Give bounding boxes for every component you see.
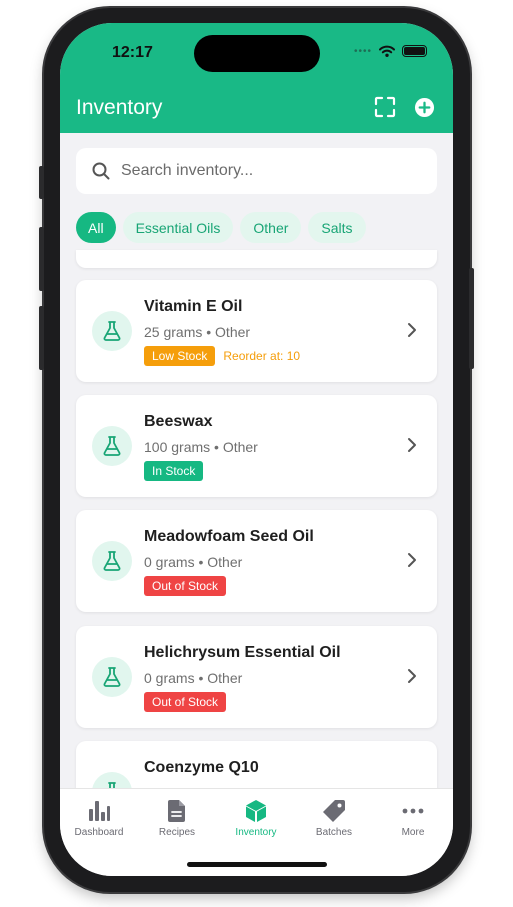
signal-dots: •••• [353,45,372,57]
status-badge: Out of Stock [144,576,227,596]
page-title: Inventory [76,96,163,119]
filter-chip-other[interactable]: Other [240,212,302,243]
flask-icon [92,541,132,581]
filter-chip-all[interactable]: All [76,212,116,243]
volume-up-button [39,227,44,291]
inventory-item[interactable]: Meadowfoam Seed Oil 0 grams • Other Out … [76,510,437,612]
search-bar[interactable]: Search inventory... [76,148,437,194]
item-name: Meadowfoam Seed Oil [144,528,314,545]
filter-chips: All Essential Oils Other Salts [76,212,366,243]
filter-chip-salts[interactable]: Salts [308,212,366,243]
power-button [469,268,474,369]
tab-dashboard[interactable]: Dashboard [60,799,138,838]
tab-inventory[interactable]: Inventory [217,799,295,838]
flask-icon [92,426,132,466]
status-time: 12:17 [112,44,153,61]
chevron-right-icon [408,553,416,567]
inventory-item[interactable]: Helichrysum Essential Oil 0 grams • Othe… [76,626,437,728]
wifi-icon [379,45,395,57]
volume-down-button [39,306,44,370]
item-badges: Out of Stock [144,692,227,712]
item-badges: Out of Stock [144,576,227,596]
chevron-right-icon [408,323,416,337]
tab-more[interactable]: More [374,799,452,838]
add-item-icon[interactable] [414,97,435,118]
item-detail: 100 grams • Other [144,439,258,455]
battery-icon [402,45,427,57]
status-badge: In Stock [144,461,204,481]
flask-icon [92,657,132,697]
item-badges: Low Stock Reorder at: 10 [144,346,300,366]
tab-label: Batches [315,827,353,838]
mute-switch [39,166,44,199]
item-detail: 25 grams • Other [144,324,251,340]
item-detail: 0 grams • Other [144,670,243,686]
item-name: Beeswax [144,413,213,430]
app-screen: 12:17 •••• Inventory Search inventory...… [60,23,453,876]
inventory-item[interactable]: Vitamin E Oil 25 grams • Other Low Stock… [76,280,437,382]
tab-batches[interactable]: Batches [295,799,373,838]
tab-label: Dashboard [74,827,124,838]
more-icon [402,808,424,814]
inventory-item[interactable]: Coenzyme Q10 [76,741,437,788]
tab-label: More [401,827,425,838]
app-header: 12:17 •••• Inventory [60,23,453,133]
tag-icon [323,800,345,822]
flask-icon [92,772,132,788]
filter-chip-essential-oils[interactable]: Essential Oils [122,212,234,243]
item-detail: 0 grams • Other [144,554,243,570]
status-badge: Out of Stock [144,692,227,712]
document-icon [168,800,185,822]
scan-icon[interactable] [374,96,396,118]
cube-icon [246,800,266,822]
home-indicator[interactable] [187,862,327,867]
flask-icon [92,311,132,351]
item-badges: In Stock [144,461,204,481]
item-name: Vitamin E Oil [144,298,243,315]
status-icons: •••• [354,45,427,57]
dynamic-island [194,35,320,72]
tab-recipes[interactable]: Recipes [138,799,216,838]
inventory-content: Search inventory... All Essential Oils O… [60,133,453,788]
search-icon [92,162,110,180]
item-name: Coenzyme Q10 [144,759,259,776]
inventory-item[interactable]: Beeswax 100 grams • Other In Stock [76,395,437,497]
chevron-right-icon [408,438,416,452]
item-name: Helichrysum Essential Oil [144,644,341,661]
reorder-note: Reorder at: 10 [223,349,301,363]
list-item-partial[interactable] [76,250,437,268]
tab-label: Inventory [235,827,277,838]
bar-chart-icon [89,801,110,821]
tab-label: Recipes [158,827,196,838]
search-input[interactable]: Search inventory... [121,162,253,180]
chevron-right-icon [408,669,416,683]
status-badge: Low Stock [144,346,216,366]
